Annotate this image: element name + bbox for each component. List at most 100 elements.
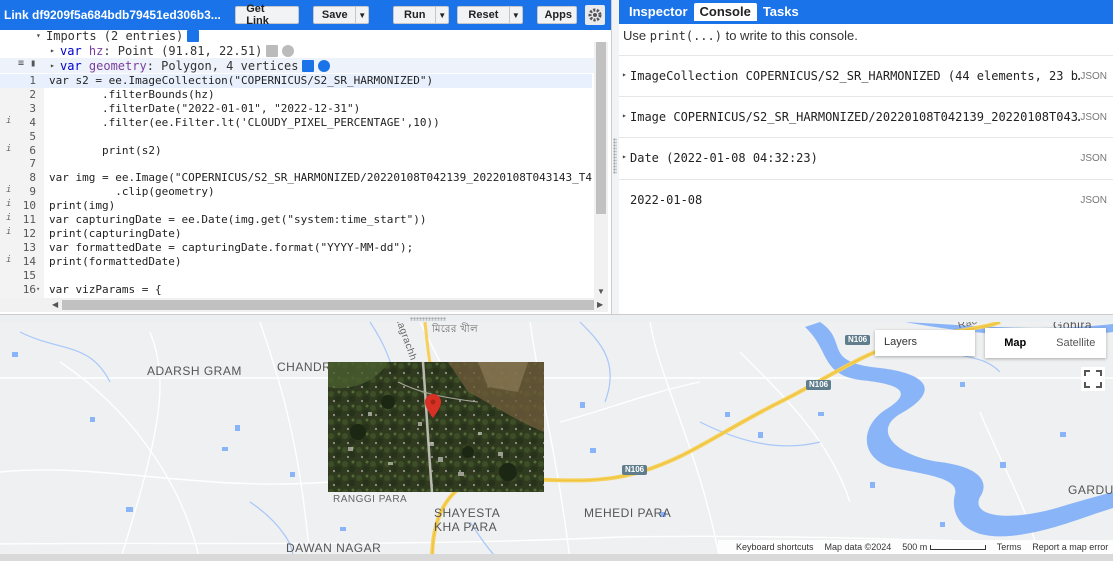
code-line[interactable]: i 14 print(formattedDate) [0, 255, 592, 269]
fullscreen-icon[interactable] [1081, 367, 1105, 391]
geometry-locate-icon[interactable] [318, 59, 331, 72]
code-line[interactable]: 3 .filterDate("2022-01-01", "2022-12-31"… [0, 102, 592, 116]
json-badge[interactable]: JSON [1080, 153, 1107, 164]
imports-header-label: Imports (2 entries) [46, 28, 184, 43]
horizontal-scroll-thumb[interactable] [62, 300, 594, 310]
code-line[interactable]: 1 var s2 = ee.ImageCollection("COPERNICUS… [0, 74, 592, 88]
code-area[interactable]: 1 var s2 = ee.ImageCollection("COPERNICUS… [0, 74, 592, 298]
json-badge[interactable]: JSON [1080, 71, 1107, 82]
place-kha-para: KHA PARA [434, 520, 498, 534]
imports-section: ▾ Imports (2 entries) ▸ var hz : Point (… [0, 28, 594, 73]
collapse-triangle-icon[interactable]: ▾ [36, 31, 46, 40]
code-line[interactable]: i 6 print(s2) [0, 144, 592, 158]
reset-label: Reset [468, 9, 499, 21]
tab-console[interactable]: Console [693, 3, 757, 21]
horizontal-splitter[interactable] [0, 314, 1113, 322]
line-info-icon[interactable]: i [6, 199, 11, 209]
code-line[interactable]: 2 .filterBounds(hz) [0, 88, 592, 102]
code-line[interactable]: i 9 .clip(geometry) [0, 185, 592, 199]
expand-triangle-icon[interactable]: ▸ [622, 111, 627, 120]
vertical-scroll-thumb[interactable] [596, 42, 606, 214]
terms-link[interactable]: Terms [997, 542, 1022, 552]
point-marker-icon[interactable] [425, 394, 441, 418]
expand-triangle-icon[interactable]: ▸ [622, 70, 627, 79]
expand-triangle-icon[interactable]: ▸ [50, 46, 60, 55]
script-editor-panel: Link df9209f5a684bdb79451ed306b3... Get … [0, 0, 612, 314]
json-badge[interactable]: JSON [1080, 112, 1107, 123]
json-badge[interactable]: JSON [1080, 195, 1107, 206]
menu-icon[interactable]: ≡ [18, 58, 24, 69]
console-entry[interactable]: ▸ Date (2022-01-08 04:32:23) JSON [619, 137, 1113, 178]
layers-button[interactable]: Layers [875, 330, 975, 356]
splitter-grip-icon[interactable] [613, 138, 617, 174]
code-text: print(s2) [49, 143, 162, 157]
code-line[interactable]: i 12 print(capturingDate) [0, 227, 592, 241]
code-text: .filterBounds(hz) [49, 87, 215, 101]
tab-inspector[interactable]: Inspector [623, 3, 694, 21]
save-button[interactable]: Save ▼ [313, 6, 370, 24]
scroll-down-arrow-icon[interactable]: ▼ [597, 287, 605, 296]
console-entry-text: Image COPERNICUS/S2_SR_HARMONIZED/202201… [630, 110, 1080, 125]
reset-button[interactable]: Reset ▼ [457, 6, 524, 24]
code-line[interactable]: 13 var formattedDate = capturingDate.form… [0, 241, 592, 255]
line-number: 8 [29, 171, 36, 185]
console-entry[interactable]: ▸ Image COPERNICUS/S2_SR_HARMONIZED/20220… [619, 96, 1113, 137]
line-info-icon[interactable]: i [6, 213, 11, 223]
code-line[interactable]: i 10 print(img) [0, 199, 592, 213]
vertical-scrollbar[interactable]: ▼ [594, 42, 608, 298]
import-geometry[interactable]: ▸ var geometry : Polygon, 4 vertices [0, 58, 594, 73]
scroll-right-arrow-icon[interactable]: ▶ [597, 300, 603, 309]
line-info-icon[interactable]: i [6, 185, 11, 195]
line-info-icon[interactable]: i [6, 144, 11, 154]
code-line[interactable]: 5 [0, 130, 592, 144]
keyboard-shortcuts-link[interactable]: Keyboard shortcuts [736, 542, 814, 552]
line-info-icon[interactable]: i [6, 116, 11, 126]
code-line[interactable]: 16 ▾ var vizParams = { [0, 283, 592, 297]
line-number: 13 [22, 240, 36, 254]
import-hz[interactable]: ▸ var hz : Point (91.81, 22.51) [0, 43, 594, 58]
script-title[interactable]: Link df9209f5a684bdb79451ed306b3... [4, 8, 235, 22]
code-line[interactable]: i 11 var capturingDate = ee.Date(img.get("… [0, 213, 592, 227]
reset-dropdown-arrow-icon[interactable]: ▼ [508, 7, 523, 23]
get-link-button[interactable]: Get Link [235, 3, 300, 27]
apps-button[interactable]: Apps [537, 6, 578, 24]
map-type-map-button[interactable]: Map [985, 328, 1046, 358]
splitter-grip-icon[interactable] [410, 317, 446, 321]
editor-toolbar: Link df9209f5a684bdb79451ed306b3... Get … [0, 0, 611, 30]
expand-triangle-icon[interactable]: ▸ [622, 152, 627, 161]
report-map-error-link[interactable]: Report a map error [1032, 542, 1108, 552]
map-attribution-bar: Keyboard shortcuts Map data ©2024 500 m … [718, 540, 1113, 554]
code-line[interactable]: 8 var img = ee.Image("COPERNICUS/S2_SR_HA… [0, 171, 592, 185]
code-line[interactable]: 15 [0, 269, 592, 283]
console-entry[interactable]: 2022-01-08 JSON [619, 178, 1113, 220]
line-info-icon[interactable]: i [6, 255, 11, 265]
trash-icon[interactable]: ▮ [30, 58, 36, 69]
import-hz-value: : Point (91.81, 22.51) [103, 43, 263, 58]
line-number: 14 [22, 254, 36, 268]
scale-control[interactable]: 500 m [902, 542, 986, 552]
expand-triangle-icon[interactable]: ▸ [50, 61, 60, 70]
point-locate-icon[interactable] [282, 44, 295, 57]
map-type-satellite-button[interactable]: Satellite [1046, 328, 1107, 358]
map-type-control: Map Satellite [985, 328, 1106, 358]
earth-engine-code-editor: Link df9209f5a684bdb79451ed306b3... Get … [0, 0, 1113, 561]
hint-code: print(...) [649, 29, 722, 43]
point-edit-icon[interactable] [266, 44, 279, 57]
vertical-splitter[interactable] [612, 0, 619, 314]
code-line[interactable]: 7 [0, 157, 592, 171]
tab-tasks[interactable]: Tasks [757, 3, 805, 21]
map-view[interactable]: ADARSH GRAM CHANDR RANGGI PARA SHAYESTA … [0, 322, 1113, 561]
code-line[interactable]: i 4 .filter(ee.Filter.lt('CLOUDY_PIXEL_PE… [0, 116, 592, 130]
horizontal-scrollbar[interactable]: ◀ ▶ [0, 298, 608, 312]
run-dropdown-arrow-icon[interactable]: ▼ [435, 7, 448, 23]
save-dropdown-arrow-icon[interactable]: ▼ [355, 7, 368, 23]
run-button[interactable]: Run ▼ [393, 6, 450, 24]
fold-arrow-icon[interactable]: ▾ [36, 285, 40, 293]
line-info-icon[interactable]: i [6, 227, 11, 237]
gear-icon[interactable] [585, 5, 605, 25]
scroll-left-arrow-icon[interactable]: ◀ [52, 300, 58, 309]
geometry-settings-icon[interactable] [302, 59, 315, 72]
show-script-icon[interactable] [187, 29, 200, 42]
console-entry[interactable]: ▸ ImageCollection COPERNICUS/S2_SR_HARMON… [619, 55, 1113, 96]
imports-header[interactable]: ▾ Imports (2 entries) [0, 28, 594, 43]
